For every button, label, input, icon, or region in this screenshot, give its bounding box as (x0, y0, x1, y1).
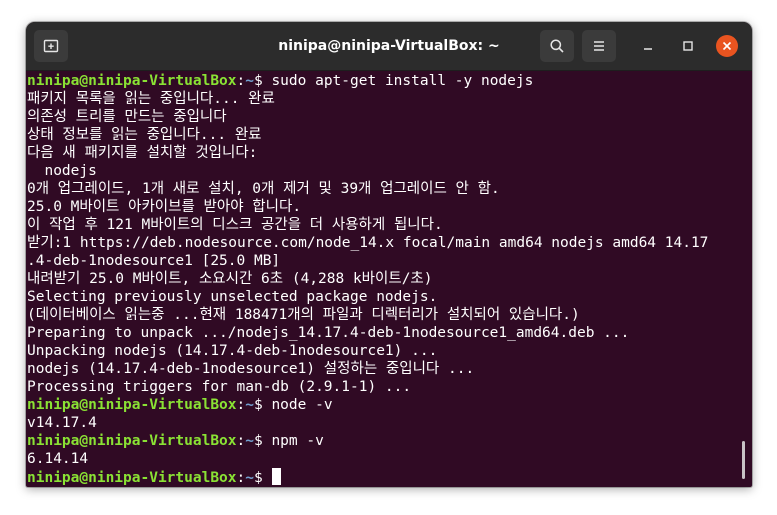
output-line: 이 작업 후 121 M바이트의 디스크 공간을 더 사용하게 됩니다. (27, 217, 443, 233)
hamburger-menu-icon (594, 41, 604, 51)
prompt-user-host: ninipa@ninipa-VirtualBox (27, 433, 237, 449)
text-cursor (272, 468, 282, 485)
output-line: 다음 새 패키지를 설치할 것입니다: (27, 145, 258, 161)
prompt-line: ninipa@ninipa-VirtualBox:~$ sudo apt-get… (27, 72, 752, 90)
prompt-separator: : (236, 470, 246, 486)
output-line: 내려받기 25.0 M바이트, 소요시간 6초 (4,288 k바이트/초) (27, 271, 433, 287)
close-icon (722, 41, 732, 51)
close-button[interactable] (716, 35, 738, 57)
maximize-icon (683, 41, 693, 51)
prompt-line[interactable]: ninipa@ninipa-VirtualBox:~$ (27, 468, 752, 486)
prompt-line: ninipa@ninipa-VirtualBox:~$ node -v (27, 396, 752, 414)
prompt-user-host: ninipa@ninipa-VirtualBox (27, 397, 237, 413)
scrollbar[interactable] (742, 441, 745, 479)
prompt-symbol: $ (253, 73, 272, 89)
output-line: 상태 정보를 읽는 중입니다... 완료 (27, 127, 262, 143)
output-line: nodejs (27, 163, 97, 179)
prompt-path: ~ (245, 433, 254, 449)
output-line: Selecting previously unselected package … (27, 289, 438, 305)
output-line: .4-deb-1nodesource1 [25.0 MB] (27, 253, 281, 269)
output-line: 받기:1 https://deb.nodesource.com/node_14.… (27, 235, 709, 251)
prompt-path: ~ (245, 397, 254, 413)
output-line: Processing triggers for man-db (2.9.1-1)… (27, 379, 412, 395)
output-line: 0개 업그레이드, 1개 새로 설치, 0개 제거 및 39개 업그레이드 안 … (27, 181, 500, 197)
prompt-symbol: $ (253, 397, 272, 413)
prompt-symbol: $ (253, 433, 272, 449)
output-line: 6.14.14 (27, 451, 89, 467)
output-line: (데이터베이스 읽는중 ...현재 188471개의 파일과 디렉터리가 설치되… (27, 307, 580, 323)
menu-button[interactable] (582, 30, 616, 62)
maximize-button[interactable] (677, 35, 699, 57)
prompt-symbol: $ (253, 470, 272, 486)
minimize-icon (644, 48, 652, 50)
terminal-window: ninipa@ninipa-VirtualBox: ~ ninipa@ninip… (26, 22, 752, 487)
new-tab-button[interactable] (34, 30, 68, 62)
terminal-content[interactable]: ninipa@ninipa-VirtualBox:~$ sudo apt-get… (26, 71, 752, 487)
output-line: v14.17.4 (27, 415, 97, 431)
prompt-separator: : (236, 433, 246, 449)
search-button[interactable] (540, 30, 574, 62)
command-text: node -v (271, 397, 333, 413)
prompt-separator: : (236, 397, 246, 413)
prompt-path: ~ (245, 470, 254, 486)
output-line: Preparing to unpack .../nodejs_14.17.4-d… (27, 325, 630, 341)
prompt-line: ninipa@ninipa-VirtualBox:~$ npm -v (27, 432, 752, 450)
output-line: nodejs (14.17.4-deb-1nodesource1) 설정하는 중… (27, 361, 475, 377)
output-line: Unpacking nodejs (14.17.4-deb-1nodesourc… (27, 343, 438, 359)
command-text: sudo apt-get install -y nodejs (271, 73, 534, 89)
prompt-separator: : (236, 73, 246, 89)
command-text: npm -v (271, 433, 324, 449)
prompt-user-host: ninipa@ninipa-VirtualBox (27, 73, 237, 89)
output-line: 의존성 트리를 만드는 중입니다 (27, 109, 227, 125)
output-line: 패키지 목록을 읽는 중입니다... 완료 (27, 91, 275, 107)
new-tab-icon (43, 39, 59, 53)
minimize-button[interactable] (637, 35, 659, 57)
prompt-user-host: ninipa@ninipa-VirtualBox (27, 470, 237, 486)
search-icon (550, 39, 564, 53)
output-line: 25.0 M바이트 아카이브를 받아야 합니다. (27, 199, 302, 215)
prompt-path: ~ (245, 73, 254, 89)
title-bar[interactable]: ninipa@ninipa-VirtualBox: ~ (26, 22, 752, 71)
